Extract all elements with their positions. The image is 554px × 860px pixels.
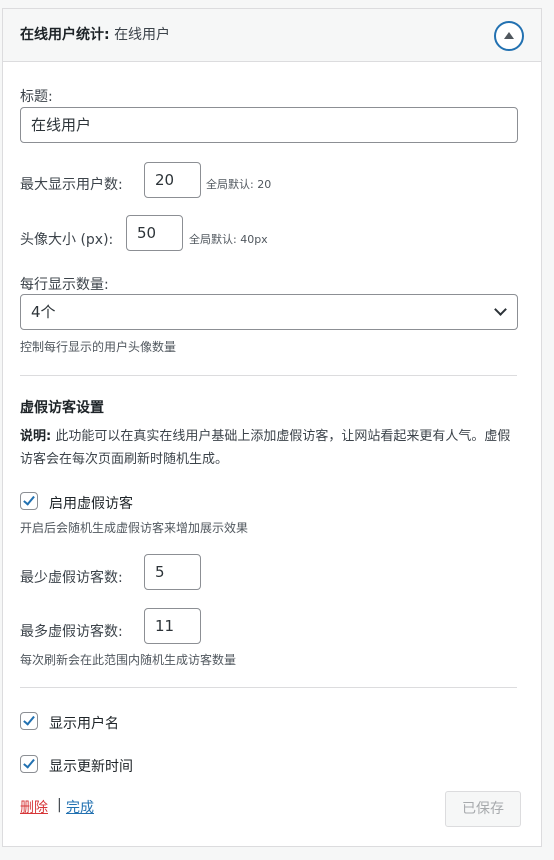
- widget-title-sub: 在线用户: [114, 27, 171, 43]
- checkmark-icon: [23, 756, 35, 769]
- done-link[interactable]: 完成: [66, 797, 94, 817]
- max-visitors-label: 最多虚假访客数:: [20, 624, 123, 640]
- widget-header[interactable]: 在线用户统计: 在线用户: [3, 9, 541, 62]
- visitor-range-description: 每次刷新会在此范围内随机生成访客数量: [20, 653, 237, 667]
- avatar-size-label: 头像大小 (px):: [20, 232, 114, 248]
- checkmark-icon: [23, 493, 35, 506]
- chevron-down-icon: [494, 303, 507, 316]
- delete-link[interactable]: 删除: [20, 797, 48, 817]
- widget-title-main: 在线用户统计:: [20, 27, 110, 43]
- min-visitors-input[interactable]: 5: [144, 554, 201, 590]
- title-input[interactable]: 在线用户: [20, 107, 518, 143]
- section-divider: [20, 687, 517, 688]
- per-row-description: 控制每行显示的用户头像数量: [20, 340, 177, 354]
- max-users-hint: 全局默认: 20: [206, 178, 272, 191]
- enable-fake-visitors-description: 开启后会随机生成虚假访客来增加展示效果: [20, 521, 249, 535]
- per-row-select[interactable]: 4个: [20, 294, 518, 330]
- show-update-time-checkbox[interactable]: [20, 755, 38, 773]
- title-label: 标题:: [20, 89, 53, 105]
- caret-up-icon: [504, 31, 514, 39]
- show-username-checkbox[interactable]: [20, 712, 38, 730]
- widget-panel: 在线用户统计: 在线用户 标题: 在线用户 最大显示用户数: 20 全局默认: …: [2, 8, 542, 847]
- checkmark-icon: [23, 713, 35, 726]
- per-row-label: 每行显示数量:: [20, 277, 109, 293]
- max-users-input[interactable]: 20: [144, 162, 201, 198]
- avatar-size-hint: 全局默认: 40px: [189, 233, 268, 246]
- show-username-label[interactable]: 显示用户名: [49, 713, 119, 733]
- max-visitors-input[interactable]: 11: [144, 608, 201, 644]
- enable-fake-visitors-checkbox[interactable]: [20, 492, 38, 510]
- note-text: 此功能可以在真实在线用户基础上添加虚假访客，让网站看起来更有人气。虚假访客会在每…: [20, 429, 511, 467]
- fake-visitors-note: 说明: 此功能可以在真实在线用户基础上添加虚假访客，让网站看起来更有人气。虚假访…: [20, 425, 520, 471]
- show-update-time-label[interactable]: 显示更新时间: [49, 756, 133, 776]
- widget-title: 在线用户统计: 在线用户: [20, 26, 170, 44]
- collapse-toggle-button[interactable]: [494, 21, 524, 51]
- avatar-size-input[interactable]: 50: [126, 215, 183, 251]
- fake-visitors-section-title: 虚假访客设置: [20, 400, 104, 416]
- min-visitors-label: 最少虚假访客数:: [20, 570, 123, 586]
- saved-button[interactable]: 已保存: [445, 791, 521, 827]
- note-label: 说明:: [20, 429, 52, 444]
- section-divider: [20, 375, 517, 376]
- footer-separator: |: [57, 797, 62, 813]
- enable-fake-visitors-label[interactable]: 启用虚假访客: [49, 493, 133, 513]
- per-row-selected-value: 4个: [31, 303, 56, 321]
- max-users-label: 最大显示用户数:: [20, 177, 123, 193]
